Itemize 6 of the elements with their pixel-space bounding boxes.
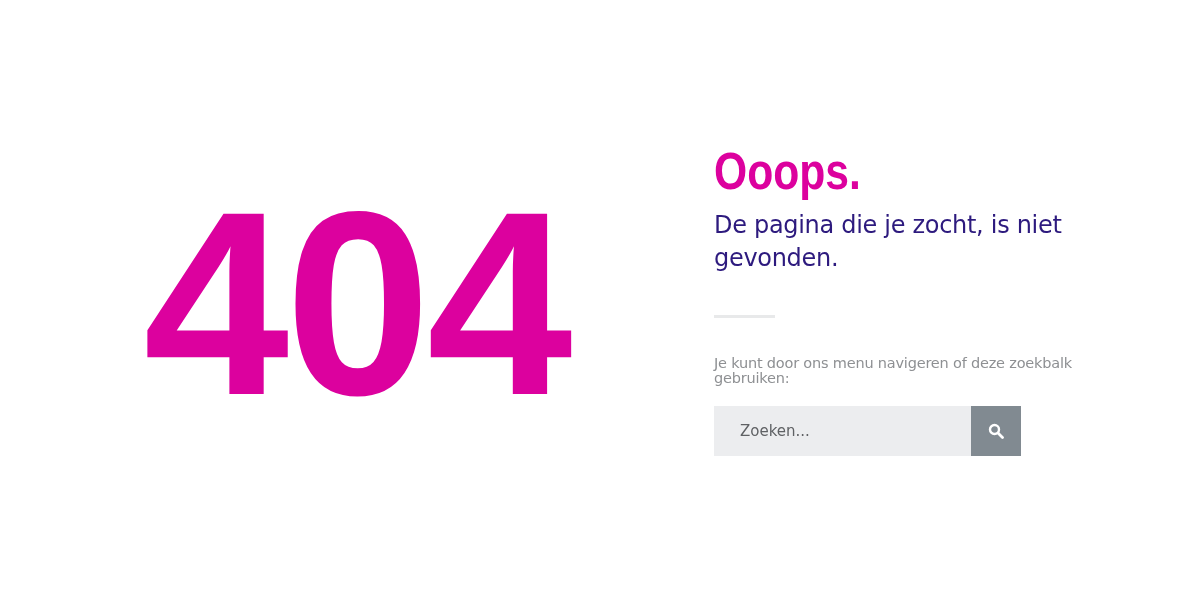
search-button[interactable] <box>971 405 1021 456</box>
search-icon <box>988 422 1004 439</box>
search-field[interactable]: Zoeken... <box>714 405 971 456</box>
message: De pagina die je zocht, is niet gevonden. <box>714 209 1063 274</box>
hint-text: Je kunt door ons menu navigeren of deze zoekbalk gebruiken: <box>714 355 1073 386</box>
error-code: 404 <box>143 173 569 435</box>
